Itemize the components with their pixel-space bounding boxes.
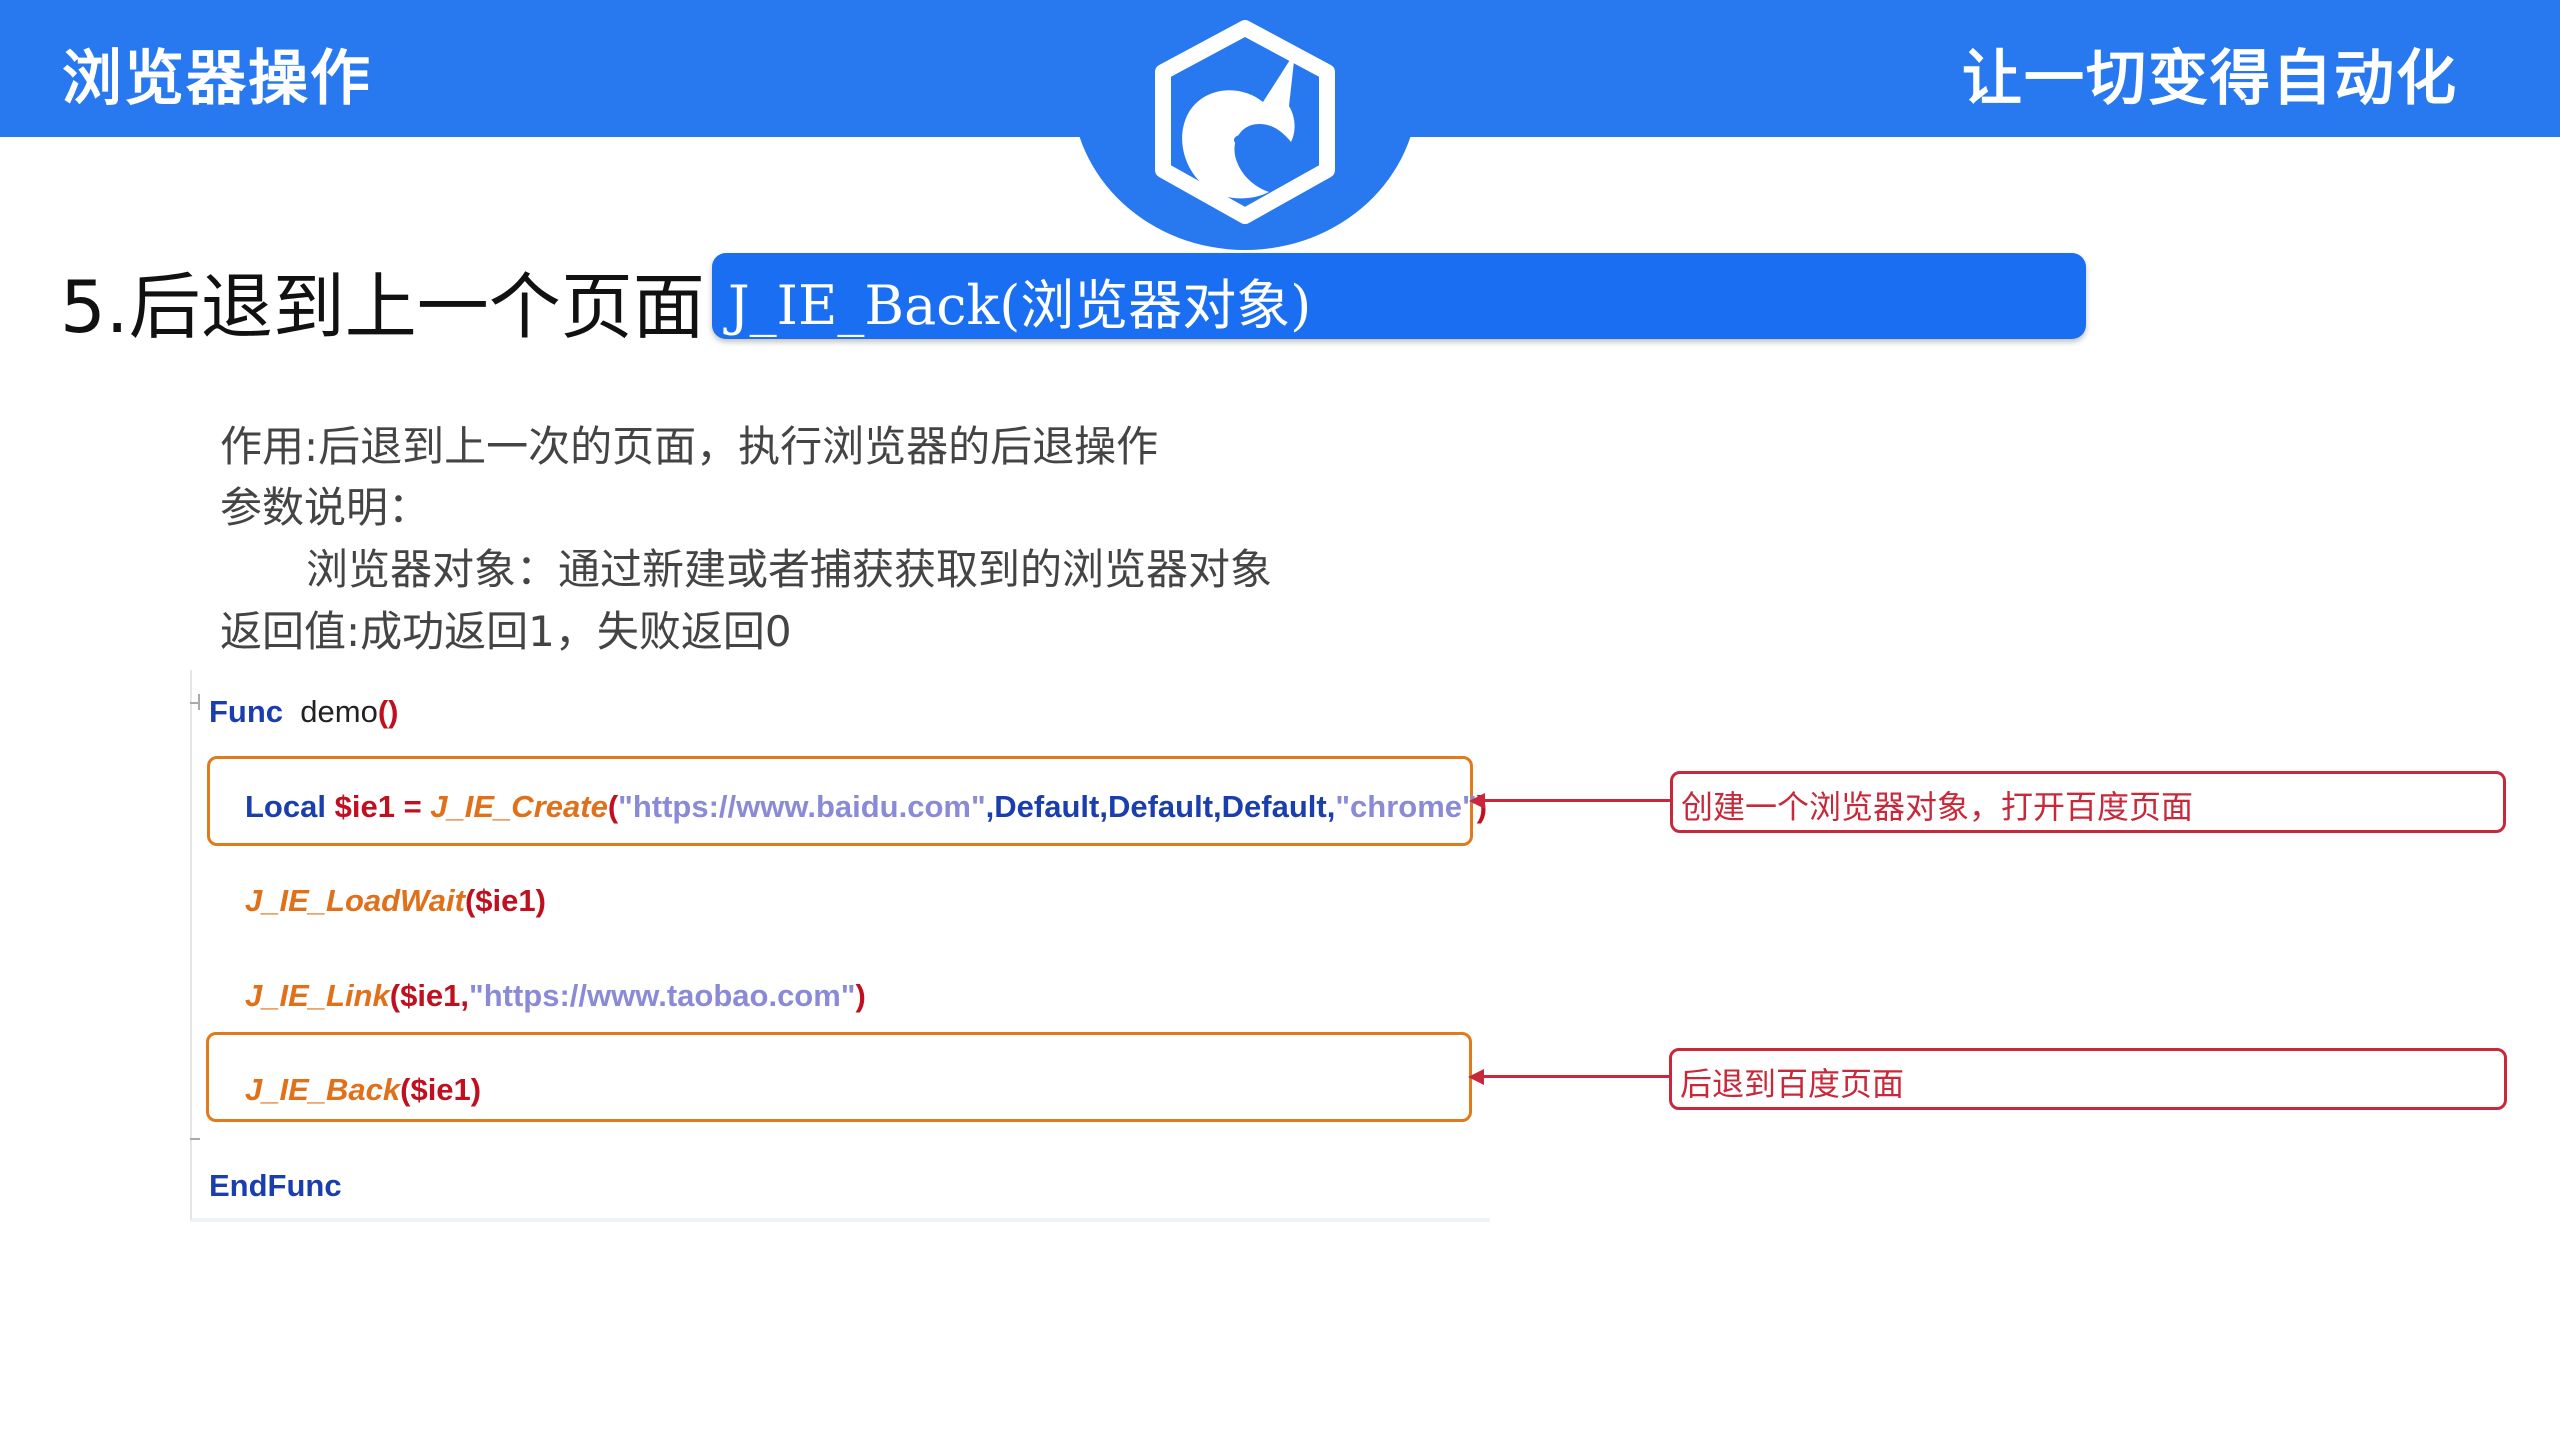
arrow-line-1 <box>1484 799 1670 802</box>
code-line-create: Local $ie1 = J_IE_Create("https://www.ba… <box>245 789 1488 824</box>
param-browser-object: 浏览器对象：通过新建或者捕获获取到的浏览器对象 <box>306 545 1273 594</box>
code-line-back: J_IE_Back($ie1) <box>245 1072 482 1107</box>
return-value-text: 返回值:成功返回1，失败返回0 <box>220 607 792 656</box>
code-line-loadwait: J_IE_LoadWait($ie1) <box>245 883 546 918</box>
code-line-func: Func demo() <box>209 694 399 729</box>
function-signature-box: J_IE_Back(浏览器对象) <box>712 253 2086 339</box>
section-title: 5.后退到上一个页面 <box>60 265 705 349</box>
annotation-create: 创建一个浏览器对象，打开百度页面 <box>1670 771 2506 833</box>
code-line-link: J_IE_Link($ie1,"https://www.taobao.com") <box>245 978 866 1013</box>
annotation-back: 后退到百度页面 <box>1669 1048 2507 1110</box>
arrow-head-2 <box>1468 1069 1484 1085</box>
code-editor <box>190 670 1490 1222</box>
header-title-right: 让一切变得自动化 <box>1962 44 2458 114</box>
unicorn-icon <box>1155 20 1335 224</box>
arrow-line-2 <box>1483 1075 1669 1078</box>
function-signature: J_IE_Back(浏览器对象) <box>728 274 1312 337</box>
arrow-head-1 <box>1469 793 1485 809</box>
fold-guide-top <box>198 694 200 710</box>
fold-marker-bottom <box>190 1138 200 1140</box>
header-title-left: 浏览器操作 <box>62 44 372 114</box>
code-line-endfunc: EndFunc <box>209 1168 342 1203</box>
params-heading: 参数说明： <box>220 483 431 532</box>
purpose-text: 作用:后退到上一次的页面，执行浏览器的后退操作 <box>220 422 1159 471</box>
